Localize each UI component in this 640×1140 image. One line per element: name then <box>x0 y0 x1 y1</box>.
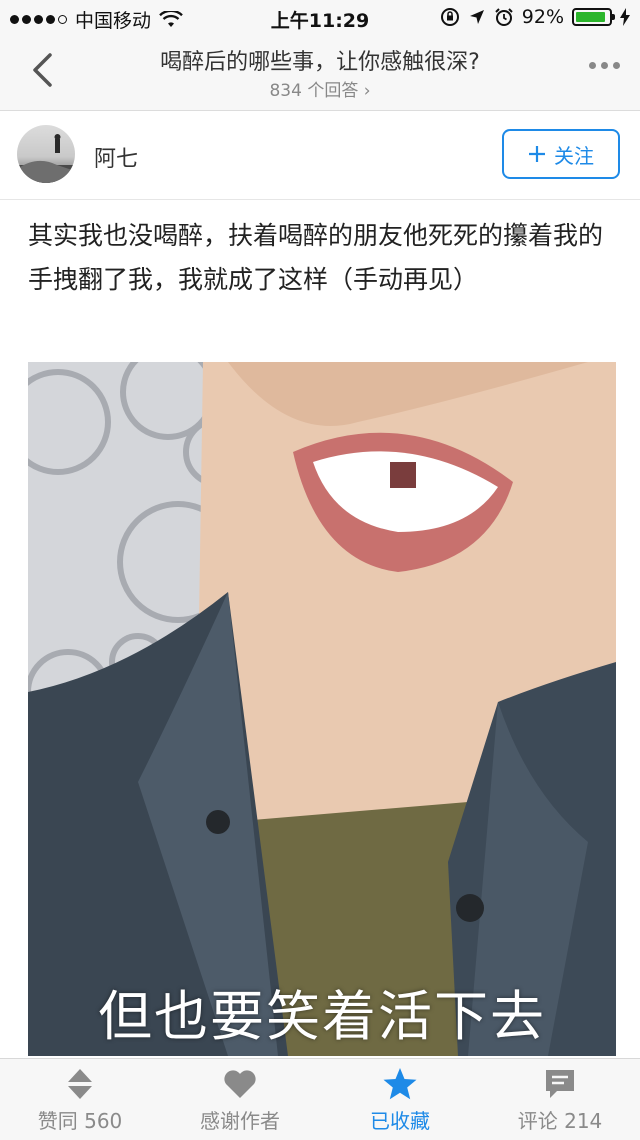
wifi-icon <box>159 10 183 27</box>
question-title[interactable]: 喝醉后的哪些事，让你感触很深? <box>90 44 550 76</box>
signal-icon <box>10 15 67 24</box>
charging-icon <box>620 8 630 26</box>
follow-button[interactable]: 关注 <box>502 129 620 179</box>
tab-comments-label: 评论 214 <box>517 1109 603 1133</box>
status-right: 92% <box>440 6 630 28</box>
tab-collected-label: 已收藏 <box>370 1109 430 1133</box>
tab-vote[interactable]: 赞同 560 <box>0 1059 160 1140</box>
battery-fill <box>576 12 606 22</box>
status-left: 中国移动 <box>10 6 183 33</box>
author-row: 阿七 关注 <box>0 111 640 200</box>
rotation-lock-icon <box>440 8 459 26</box>
author-name[interactable]: 阿七 <box>94 141 138 173</box>
answer-image[interactable]: 但也要笑着活下去 <box>28 362 616 1056</box>
more-button[interactable] <box>589 62 620 69</box>
heart-icon <box>223 1067 257 1101</box>
location-icon <box>469 10 484 24</box>
answers-count-link[interactable]: 834 个回答 › <box>0 76 640 101</box>
more-dot <box>601 62 608 69</box>
more-dot <box>613 62 620 69</box>
bottom-tabbar: 赞同 560 感谢作者 已收藏 评论 214 <box>0 1058 640 1140</box>
battery-icon <box>572 8 615 26</box>
star-icon <box>382 1067 418 1101</box>
tab-thank-label: 感谢作者 <box>200 1109 280 1133</box>
tab-collected[interactable]: 已收藏 <box>320 1059 480 1140</box>
plus-icon <box>529 146 545 162</box>
follow-label: 关注 <box>554 143 594 168</box>
nav-header: 喝醉后的哪些事，让你感触很深? 834 个回答 › <box>0 36 640 111</box>
more-dot <box>589 62 596 69</box>
vote-icon <box>65 1067 95 1101</box>
battery-percent: 92% <box>521 6 564 28</box>
carrier-label: 中国移动 <box>75 10 152 32</box>
status-bar: 中国移动 上午11:29 92% <box>0 0 640 36</box>
tab-thank-author[interactable]: 感谢作者 <box>160 1059 320 1140</box>
image-caption: 但也要笑着活下去 <box>98 985 546 1048</box>
avatar-image <box>17 134 75 183</box>
answer-text: 其实我也没喝醉，扶着喝醉的朋友他死死的攥着我的手拽翻了我，我就成了这样（手动再见… <box>28 221 604 294</box>
answer-photo <box>28 362 616 1056</box>
tab-comments[interactable]: 评论 214 <box>480 1059 640 1140</box>
tab-vote-label: 赞同 560 <box>37 1109 123 1133</box>
alarm-icon <box>495 8 513 26</box>
comment-icon <box>543 1067 577 1101</box>
avatar[interactable] <box>17 125 75 183</box>
